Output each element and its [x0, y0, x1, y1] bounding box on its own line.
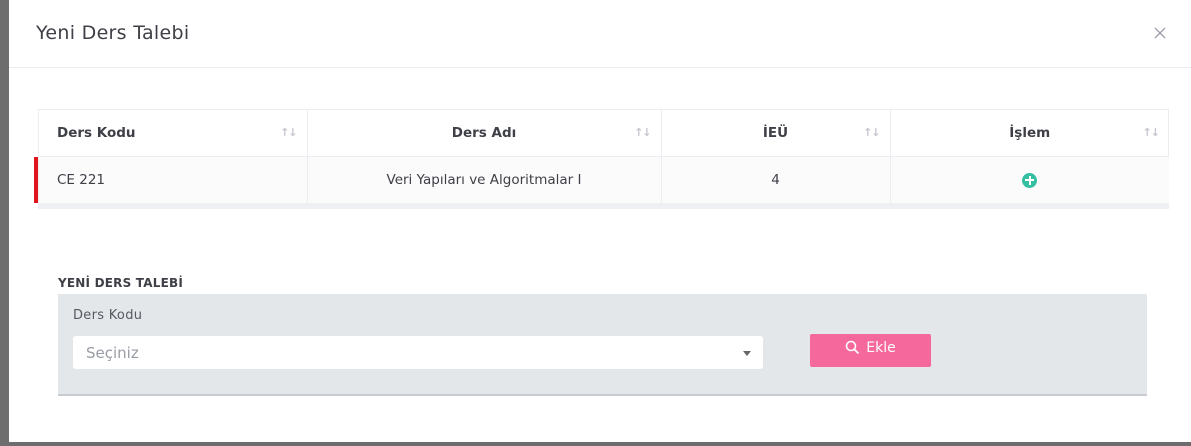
- sort-icon[interactable]: ↑↓: [634, 126, 651, 139]
- table-header-row: Ders Kodu ↑↓ Ders Adı ↑↓ İEÜ ↑↓ İşlem ↑↓: [39, 110, 1169, 157]
- select-placeholder: Seçiniz: [86, 344, 139, 362]
- sort-icon[interactable]: ↑↓: [863, 126, 880, 139]
- column-header-course-code[interactable]: Ders Kodu ↑↓: [39, 110, 308, 157]
- field-label-course-code: Ders Kodu: [73, 308, 143, 323]
- course-code-select[interactable]: Seçiniz: [73, 336, 763, 369]
- close-button[interactable]: [1151, 22, 1171, 42]
- modal-header: Yeni Ders Talebi: [9, 0, 1191, 68]
- course-table: Ders Kodu ↑↓ Ders Adı ↑↓ İEÜ ↑↓ İşlem ↑↓: [34, 109, 1169, 209]
- cell-action: [890, 156, 1169, 203]
- search-icon: [845, 340, 860, 355]
- close-icon: [1154, 27, 1166, 39]
- sort-icon[interactable]: ↑↓: [1143, 126, 1160, 139]
- new-course-request-modal: Yeni Ders Talebi Ders Kodu ↑↓ Ders Adı ↑…: [9, 0, 1191, 442]
- add-button[interactable]: Ekle: [810, 334, 931, 367]
- column-header-course-name[interactable]: Ders Adı ↑↓: [307, 110, 662, 157]
- cell-course-name: Veri Yapıları ve Algoritmalar I: [307, 156, 662, 203]
- section-title: YENİ DERS TALEBİ: [58, 276, 183, 290]
- table-row: CE 221 Veri Yapıları ve Algoritmalar I 4: [39, 156, 1169, 203]
- add-button-label: Ekle: [866, 339, 896, 356]
- cell-course-code: CE 221: [39, 156, 308, 203]
- cell-ieu: 4: [661, 156, 891, 203]
- sort-icon[interactable]: ↑↓: [280, 126, 297, 139]
- new-request-form: Ders Kodu Seçiniz Ekle: [58, 294, 1147, 396]
- modal-title: Yeni Ders Talebi: [36, 22, 190, 44]
- plus-circle-icon[interactable]: [1022, 172, 1038, 188]
- backdrop-bottom: [0, 442, 1191, 446]
- caret-down-icon: [743, 351, 751, 356]
- row-status-marker: [34, 157, 38, 203]
- column-header-action[interactable]: İşlem ↑↓: [890, 110, 1169, 157]
- column-header-ieu[interactable]: İEÜ ↑↓: [661, 110, 891, 157]
